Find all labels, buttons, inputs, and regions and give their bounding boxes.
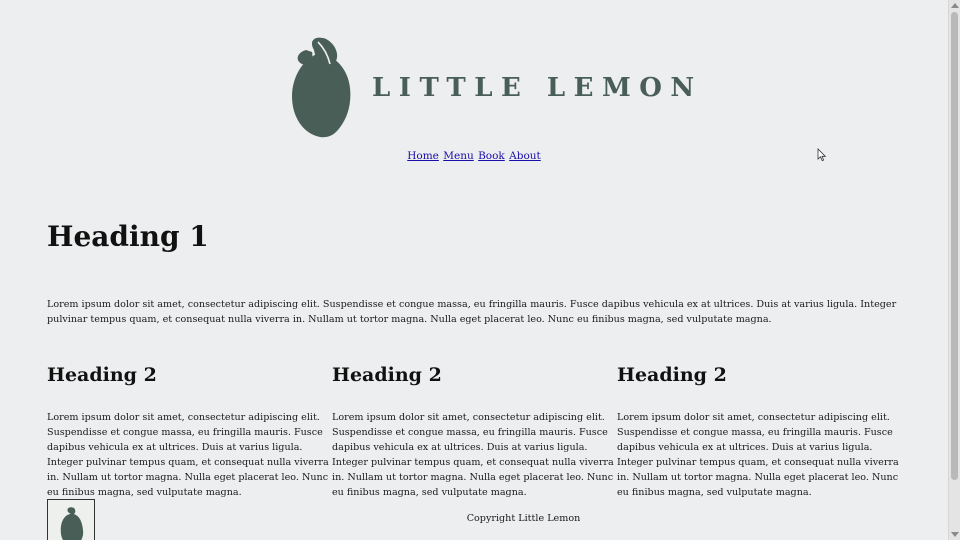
scroll-down-icon[interactable] [951,532,959,537]
column-2: Heading 2 Lorem ipsum dolor sit amet, co… [332,364,617,500]
column-1: Heading 2 Lorem ipsum dolor sit amet, co… [47,364,332,500]
nav-link-book[interactable]: Book [478,150,505,162]
column-text: Lorem ipsum dolor sit amet, consectetur … [47,412,329,498]
columns: Heading 2 Lorem ipsum dolor sit amet, co… [47,364,907,500]
page: LITTLE LEMON Home Menu Book About Headin… [0,0,948,540]
intro-paragraph: Lorem ipsum dolor sit amet, consectetur … [47,299,897,325]
scrollbar-thumb[interactable] [951,12,958,480]
column-heading: Heading 2 [617,364,727,386]
site-header: LITTLE LEMON Home Menu Book About [0,0,948,170]
site-footer: Copyright Little Lemon [0,498,948,540]
page-heading: Heading 1 [47,220,209,253]
lemon-icon [292,37,351,138]
vertical-scrollbar[interactable] [948,0,960,540]
column-3: Heading 2 Lorem ipsum dolor sit amet, co… [617,364,902,500]
nav-link-menu[interactable]: Menu [443,150,474,162]
column-text: Lorem ipsum dolor sit amet, consectetur … [332,412,614,498]
logo-text: LITTLE LEMON [372,73,703,103]
copyright-text: Copyright Little Lemon [466,513,581,524]
nav-link-home[interactable]: Home [407,150,439,162]
nav-link-about[interactable]: About [509,150,541,162]
scroll-up-icon[interactable] [951,3,959,8]
main-nav: Home Menu Book About [0,150,948,162]
mouse-cursor-icon [817,148,827,162]
column-text: Lorem ipsum dolor sit amet, consectetur … [617,412,899,498]
logo[interactable]: LITTLE LEMON [290,36,694,140]
column-heading: Heading 2 [47,364,157,386]
column-heading: Heading 2 [332,364,442,386]
